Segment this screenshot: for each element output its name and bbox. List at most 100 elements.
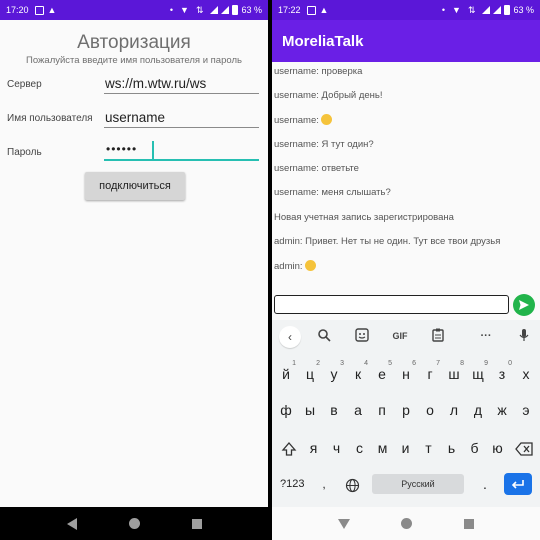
status-bar: 17:22 ▲ • ▼ ⇅ 63 % [272,0,540,20]
key[interactable]: п [370,396,394,424]
status-bar: 17:20 ▲ • ▼ ⇅ 63 % [0,0,268,20]
key[interactable]: и [394,434,417,462]
dot-icon: • [441,5,446,15]
keyboard-toolbar: ‹ GIF ··· [272,320,540,352]
notification-icon [34,5,44,15]
period-key[interactable]: . [477,470,493,498]
on-screen-keyboard: ‹ GIF ··· й1 ц2 у3 к4 е5 н6 г7 ш8 щ 9 з … [272,320,540,507]
nav-bar [272,507,540,540]
key[interactable]: л [442,396,466,424]
key[interactable]: ц2 [298,360,322,388]
clipboard-icon[interactable] [430,328,446,344]
message: admin: [274,260,316,272]
data-icon: ⇅ [467,5,476,15]
smile-emoji-icon [320,114,332,125]
signal-icon [210,6,219,14]
key[interactable]: а [346,396,370,424]
key[interactable]: м [371,434,394,462]
signal-icon [221,6,230,14]
key[interactable]: й1 [274,360,298,388]
key[interactable]: я [302,434,325,462]
key[interactable]: д [466,396,490,424]
space-key[interactable]: Русский [372,474,464,494]
key[interactable]: г7 [418,360,442,388]
back-icon[interactable] [66,517,77,530]
key[interactable]: ф [274,396,298,424]
message: username: [274,114,332,126]
dot-icon: • [169,5,174,15]
key[interactable]: т [417,434,440,462]
send-icon [519,300,529,310]
message-input[interactable] [274,295,509,314]
notification-icon: ▲ [319,5,329,15]
home-icon[interactable] [128,518,140,529]
keyboard-row-2: ф ы в а п р о л д ж э [272,396,540,424]
username-input[interactable] [104,108,259,128]
wifi-icon: ▼ [452,5,461,15]
recents-icon[interactable] [191,518,202,529]
key[interactable]: б [463,434,486,462]
keyboard-row-1: й1 ц2 у3 к4 е5 н6 г7 ш8 щ9 з0 х [272,360,540,388]
key[interactable]: ы [298,396,322,424]
battery-icon [504,5,511,15]
key[interactable]: р [394,396,418,424]
key[interactable]: э [514,396,538,424]
globe-icon[interactable] [342,470,362,498]
mic-icon[interactable] [516,328,532,344]
battery-percent: 63 % [241,5,262,15]
server-label: Сервер [7,79,42,90]
page-title: Авторизация [77,32,191,53]
key[interactable]: ж [490,396,514,424]
app-title: MoreliaTalk [282,32,364,50]
key[interactable]: щ9 [466,360,490,388]
key[interactable]: ю [486,434,509,462]
symbols-key[interactable]: ?123 [280,474,304,494]
battery-percent: 63 % [513,5,534,15]
signal-icon [493,6,502,14]
backspace-icon[interactable] [510,434,538,462]
message: username: меня слышать? [274,187,391,198]
recents-icon[interactable] [463,518,474,529]
send-button[interactable] [513,294,535,316]
data-icon: ⇅ [195,5,204,15]
hide-keyboard-icon[interactable] [337,518,350,529]
key[interactable]: ч [325,434,348,462]
gif-button[interactable]: GIF [390,328,410,344]
signal-icon [482,6,491,14]
message: username: Добрый день! [274,90,383,101]
key[interactable]: к4 [346,360,370,388]
shift-icon[interactable] [276,434,302,462]
enter-key[interactable] [504,473,532,495]
notification-icon [306,5,316,15]
key[interactable]: с [348,434,371,462]
connect-button[interactable]: подключиться [85,172,185,200]
key[interactable]: е5 [370,360,394,388]
keyboard-row-3: я ч с м и т ь б ю [272,434,540,462]
search-icon[interactable] [316,328,332,344]
key[interactable]: у3 [322,360,346,388]
key[interactable]: н6 [394,360,418,388]
message: username: проверка [274,66,363,77]
key[interactable]: в [322,396,346,424]
notification-icon: ▲ [47,5,57,15]
text-caret [152,141,154,159]
chat-screen: 17:22 ▲ • ▼ ⇅ 63 % MoreliaTalk username:… [272,0,540,540]
page-subtitle: Пожалуйста введите имя пользователя и па… [26,55,242,66]
comma-key[interactable]: , [316,470,332,498]
server-input[interactable] [104,74,259,94]
message: admin: Привет. Нет ты не один. Тут все т… [274,236,501,247]
wifi-icon: ▼ [180,5,189,15]
password-label: Пароль [7,147,42,158]
message: username: Я тут один? [274,139,374,150]
key[interactable]: о [418,396,442,424]
key[interactable]: х [514,360,538,388]
home-icon[interactable] [400,518,412,529]
key[interactable]: з0 [490,360,514,388]
message: Новая учетная запись зарегистрирована [274,212,454,223]
username-label: Имя пользователя [7,113,93,124]
more-icon[interactable]: ··· [478,328,494,344]
key[interactable]: ь [440,434,463,462]
collapse-icon[interactable]: ‹ [279,326,301,348]
key[interactable]: ш8 [442,360,466,388]
sticker-icon[interactable] [354,328,370,344]
